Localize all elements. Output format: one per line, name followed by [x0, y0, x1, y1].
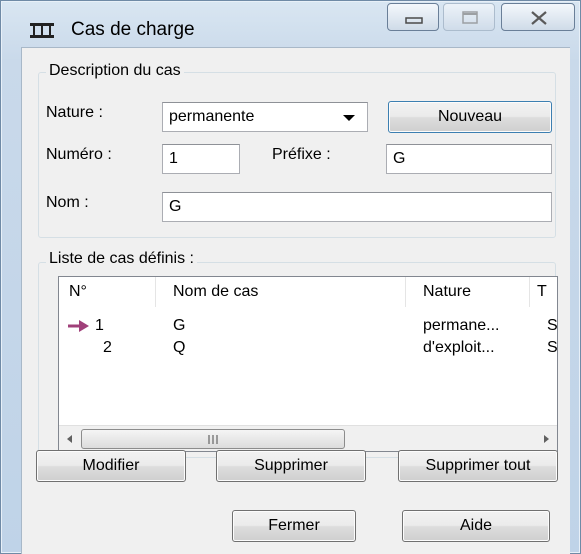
- prefixe-input[interactable]: G: [386, 144, 552, 174]
- dropdown-arrow-icon: [343, 115, 355, 121]
- column-header-type[interactable]: T: [537, 283, 547, 301]
- close-icon: [531, 11, 547, 25]
- table-row[interactable]: 2 Q d'exploit... S: [59, 339, 557, 361]
- horizontal-scrollbar[interactable]: [59, 425, 557, 451]
- new-button[interactable]: Nouveau: [388, 101, 552, 133]
- nom-input[interactable]: G: [162, 192, 552, 222]
- nature-label: Nature :: [46, 104, 103, 121]
- column-divider: [529, 277, 530, 307]
- column-header-case-name[interactable]: Nom de cas: [173, 283, 258, 301]
- row-nature: d'exploit...: [423, 339, 495, 356]
- scroll-right-icon: [544, 435, 549, 443]
- prefixe-label: Préfixe :: [272, 146, 331, 163]
- row-number: 1: [95, 317, 104, 334]
- nature-select[interactable]: permanente: [162, 102, 368, 132]
- modify-button[interactable]: Modifier: [36, 450, 186, 482]
- row-case-name: G: [173, 317, 186, 334]
- scroll-left-icon: [67, 435, 72, 443]
- column-header-nature[interactable]: Nature: [423, 283, 471, 301]
- title-bar[interactable]: Cas de charge: [1, 1, 580, 45]
- cases-list[interactable]: N° Nom de cas Nature T 1 G permane... S: [58, 276, 558, 452]
- row-type: S: [547, 339, 558, 356]
- description-group-label: Description du cas: [46, 62, 184, 80]
- nature-select-value: permanente: [169, 108, 255, 125]
- numero-input[interactable]: 1: [162, 144, 240, 174]
- column-divider: [155, 277, 156, 307]
- scroll-left-button[interactable]: [59, 426, 81, 451]
- row-case-name: Q: [173, 339, 186, 356]
- dialog-window: Cas de charge Description du cas Nature …: [0, 0, 581, 554]
- close-button[interactable]: Fermer: [232, 510, 356, 542]
- row-number: 2: [103, 339, 112, 356]
- row-type: S: [547, 317, 558, 334]
- maximize-icon: [462, 11, 478, 24]
- current-case-arrow-icon: [68, 320, 89, 332]
- row-nature: permane...: [423, 317, 500, 334]
- beam-icon: [30, 23, 54, 38]
- numero-label: Numéro :: [46, 146, 112, 163]
- minimize-icon: [405, 17, 423, 24]
- close-window-button[interactable]: [501, 3, 575, 31]
- list-header: N° Nom de cas Nature T: [59, 277, 557, 307]
- defined-cases-group-label: Liste de cas définis :: [46, 250, 197, 268]
- scroll-thumb[interactable]: [81, 429, 345, 449]
- scroll-grip-icon: [208, 435, 218, 444]
- delete-all-button[interactable]: Supprimer tout: [398, 450, 558, 482]
- dialog-client-area: Description du cas Nature : permanente N…: [21, 47, 570, 554]
- table-row[interactable]: 1 G permane... S: [59, 317, 557, 339]
- window-title: Cas de charge: [71, 19, 195, 40]
- help-button[interactable]: Aide: [402, 510, 550, 542]
- column-header-number[interactable]: N°: [69, 283, 87, 301]
- scroll-right-button[interactable]: [535, 426, 557, 451]
- minimize-button[interactable]: [387, 3, 439, 31]
- column-divider: [405, 277, 406, 307]
- nom-label: Nom :: [46, 194, 89, 211]
- maximize-button[interactable]: [443, 3, 495, 31]
- delete-button[interactable]: Supprimer: [216, 450, 366, 482]
